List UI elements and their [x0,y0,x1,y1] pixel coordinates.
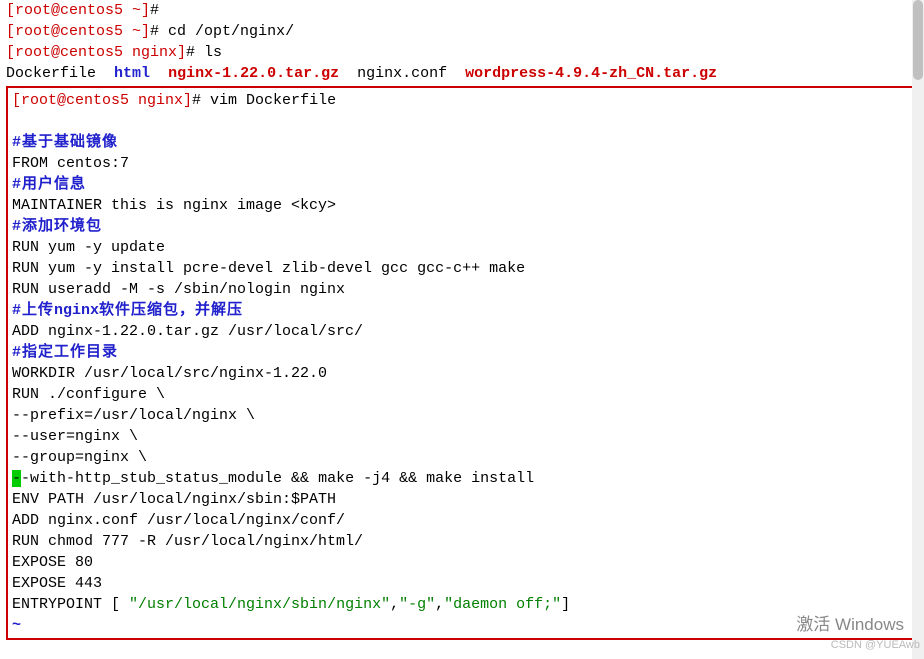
vim-comment: #用户信息 [12,174,912,195]
vim-expose: EXPOSE 443 [12,573,912,594]
cmd-ls: ls [195,44,222,61]
highlight-box: [root@centos5 nginx]# vim Dockerfile #基于… [6,86,918,640]
scrollbar-thumb[interactable] [913,0,923,80]
prompt-sym: # [192,92,201,109]
prompt-user: [root@centos5 ~] [6,23,150,40]
vim-configure: --group=nginx \ [12,447,912,468]
prompt-user: [root@centos5 nginx] [6,44,186,61]
vim-blank [12,111,912,132]
vim-comment: #添加环境包 [12,216,912,237]
vim-configure: --prefix=/usr/local/nginx \ [12,405,912,426]
vim-cursor: - [12,470,21,487]
vim-cursor-line: --with-http_stub_status_module && make -… [12,468,912,489]
file-dockerfile: Dockerfile [6,65,96,82]
vim-comment: #上传nginx软件压缩包，并解压 [12,300,912,321]
ls-output: Dockerfile html nginx-1.22.0.tar.gz ngin… [6,63,918,84]
prompt-line-1[interactable]: [root@centos5 ~]# cd /opt/nginx/ [6,21,918,42]
prompt-user: [root@centos5 nginx] [12,92,192,109]
vim-comment: #基于基础镜像 [12,132,912,153]
prompt-sym: # [150,2,159,19]
prompt-line-0[interactable]: [root@centos5 ~]# [6,0,918,21]
prompt-line-2[interactable]: [root@centos5 nginx]# ls [6,42,918,63]
cmd-vim: vim Dockerfile [201,92,336,109]
file-nginx-tar: nginx-1.22.0.tar.gz [168,65,339,82]
vim-maintainer: MAINTAINER this is nginx image <kcy> [12,195,912,216]
file-nginx-conf: nginx.conf [357,65,447,82]
vim-add: ADD nginx.conf /usr/local/nginx/conf/ [12,510,912,531]
prompt-user: [root@centos5 ~] [6,2,150,19]
vim-run: RUN yum -y update [12,237,912,258]
vim-entrypoint: ENTRYPOINT [ "/usr/local/nginx/sbin/ngin… [12,594,912,615]
vim-run: RUN ./configure \ [12,384,912,405]
vim-run: RUN useradd -M -s /sbin/nologin nginx [12,279,912,300]
vim-expose: EXPOSE 80 [12,552,912,573]
cmd-cd: cd /opt/nginx/ [159,23,294,40]
dir-html: html [114,65,150,82]
vim-tilde: ~ [12,615,912,636]
prompt-sym: # [150,23,159,40]
terminal-output: [root@centos5 ~]# [root@centos5 ~]# cd /… [0,0,924,640]
vim-run: RUN yum -y install pcre-devel zlib-devel… [12,258,912,279]
vim-add: ADD nginx-1.22.0.tar.gz /usr/local/src/ [12,321,912,342]
vim-from: FROM centos:7 [12,153,912,174]
file-wordpress-tar: wordpress-4.9.4-zh_CN.tar.gz [465,65,717,82]
vim-env: ENV PATH /usr/local/nginx/sbin:$PATH [12,489,912,510]
scrollbar[interactable] [912,0,924,659]
vim-configure: --user=nginx \ [12,426,912,447]
vim-workdir: WORKDIR /usr/local/src/nginx-1.22.0 [12,363,912,384]
prompt-sym: # [186,44,195,61]
vim-run: RUN chmod 777 -R /usr/local/nginx/html/ [12,531,912,552]
prompt-line-3[interactable]: [root@centos5 nginx]# vim Dockerfile [12,90,912,111]
vim-comment: #指定工作目录 [12,342,912,363]
